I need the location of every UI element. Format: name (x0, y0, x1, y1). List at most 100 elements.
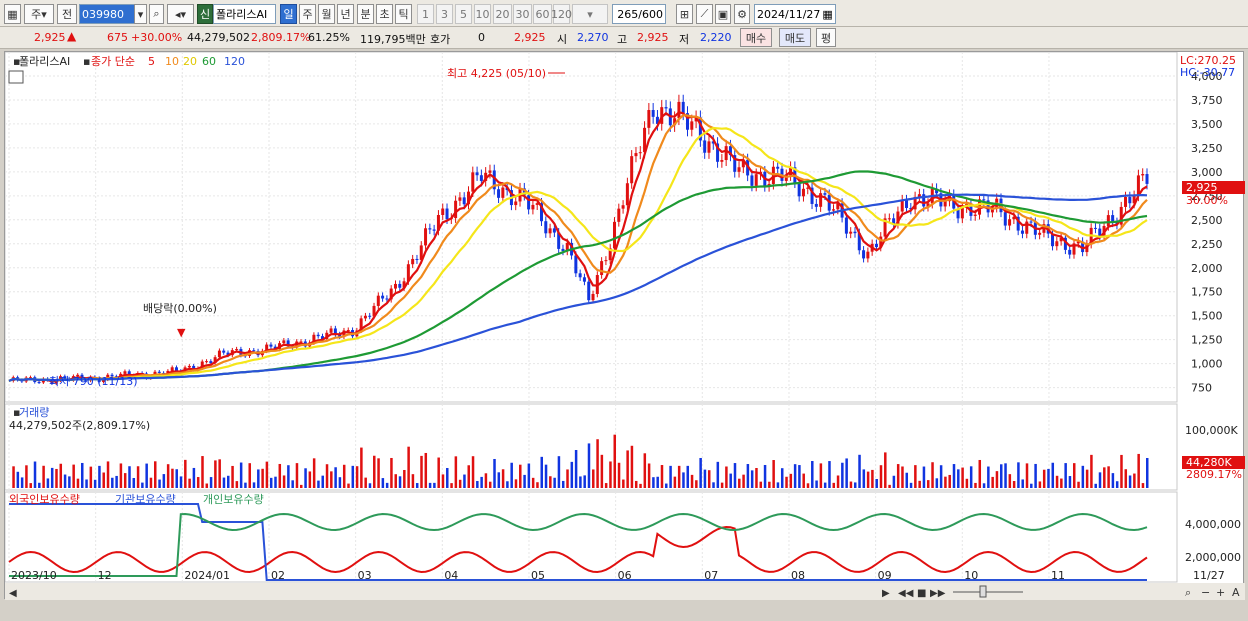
gear-icon[interactable]: ⚙ (734, 4, 750, 24)
volume-bar (128, 466, 131, 488)
line-tool-icon[interactable]: ⟋ (696, 4, 713, 24)
candle-body (844, 217, 848, 234)
period-day[interactable]: 일 (280, 4, 297, 24)
volume-bar (304, 468, 307, 488)
candle-body (475, 172, 479, 176)
volume-bar (931, 462, 934, 488)
candle-body (823, 193, 827, 195)
x-tick-label: 11 (1051, 569, 1065, 582)
period-minute[interactable]: 분 (357, 4, 374, 24)
auto-icon[interactable]: A (1232, 586, 1240, 599)
x-tick-label: 02 (271, 569, 285, 582)
date-input[interactable]: 2024/11/27 ▦ (754, 4, 836, 24)
chart-icon[interactable]: ▦ (4, 4, 21, 24)
candle-body (531, 204, 535, 210)
plus-icon[interactable]: + (1216, 586, 1225, 599)
grid-toggle-icon[interactable] (8, 70, 24, 84)
calendar-icon[interactable]: ▦ (822, 8, 832, 21)
minute-10[interactable]: 10 (474, 4, 491, 24)
minute-1[interactable]: 1 (417, 4, 434, 24)
count-input[interactable]: 265/600 (612, 4, 666, 24)
candle-body (634, 153, 638, 157)
volume-bar (982, 483, 986, 488)
legend-indiv: 개인보유수량 (203, 493, 264, 506)
candle-body (630, 156, 634, 184)
buy-button[interactable]: 매수 (740, 28, 772, 47)
speaker-icon[interactable]: ◂▾ (167, 4, 194, 24)
scroll-bar[interactable] (5, 583, 1245, 600)
volume-bar (566, 469, 569, 488)
period-year[interactable]: 년 (337, 4, 354, 24)
period-second[interactable]: 초 (376, 4, 393, 24)
volume-bar (501, 469, 505, 488)
panel-stock-name: 폴라리스AI (19, 55, 70, 68)
volume-bar (772, 460, 775, 488)
rewind-icon[interactable]: ◀◀ (898, 588, 914, 599)
minute-5[interactable]: 5 (455, 4, 472, 24)
zoom-out-icon[interactable]: ⌕ (1185, 586, 1191, 599)
chart-svg[interactable]: 4,0003,7503,5003,2503,0002,7502,5002,250… (4, 51, 1245, 600)
volume-bar (866, 471, 870, 488)
period-month[interactable]: 월 (318, 4, 335, 24)
volume-bar (673, 476, 677, 488)
candle-body (797, 182, 801, 197)
zoom-slider-handle[interactable] (979, 585, 987, 598)
candle-body (900, 200, 904, 212)
volume-bar (488, 481, 492, 488)
volume-bar (811, 461, 814, 488)
market-select[interactable]: 주 ▾ (24, 4, 54, 24)
minus-icon[interactable]: − (1201, 586, 1210, 599)
candle-body (458, 197, 462, 201)
y-tick-label: 2,000 (1191, 262, 1223, 275)
candle-body (514, 201, 518, 206)
ma20-label: 20 (183, 55, 197, 68)
candle-body (479, 175, 483, 181)
candle-body (832, 209, 836, 211)
minute-3[interactable]: 3 (436, 4, 453, 24)
candle-body (960, 207, 964, 219)
candle-body (445, 208, 449, 220)
volume-bar (768, 481, 771, 488)
chart-area[interactable]: 4,000 3,750 3,500 3,250 3,000 2,750 2,500 2,250… (4, 51, 1245, 600)
volume-bar (862, 469, 866, 488)
candle-body (973, 214, 977, 216)
minute-60[interactable]: 60 (533, 4, 552, 24)
sell-button[interactable]: 매도 (779, 28, 811, 47)
volume-bar (832, 482, 836, 488)
volume-bar (1133, 473, 1136, 488)
volume-bar (1124, 469, 1128, 488)
candle-body (424, 228, 428, 246)
volume-bar (33, 461, 37, 488)
volume-bar (239, 462, 243, 488)
eval-button[interactable]: 평 (816, 28, 836, 47)
period-tick[interactable]: 틱 (395, 4, 412, 24)
turnover-rate: 61.25% (308, 31, 350, 44)
volume-bar (111, 477, 114, 488)
minute-30[interactable]: 30 (513, 4, 532, 24)
save-icon[interactable]: ▣ (715, 4, 731, 24)
volume-bar (269, 477, 273, 488)
candle-body (235, 349, 239, 351)
minute-120[interactable]: 120 (551, 4, 572, 24)
code-input[interactable]: 039980 (79, 4, 135, 24)
volume-bar (231, 465, 234, 488)
prefix-button[interactable]: 전 (57, 4, 77, 24)
volume-bar (1107, 466, 1110, 488)
interval-select[interactable]: ▾ (572, 4, 608, 24)
high-label: 고 (617, 33, 628, 46)
crosshair-icon[interactable]: ⊞ (676, 4, 693, 24)
volume-bar (858, 454, 861, 488)
minute-20[interactable]: 20 (493, 4, 512, 24)
code-dropdown-icon[interactable]: ▾ (134, 4, 147, 24)
price-change: 675 (107, 31, 128, 44)
period-week[interactable]: 주 (299, 4, 316, 24)
scroll-right-icon[interactable]: ▶ (882, 588, 890, 599)
volume-bar (25, 465, 28, 488)
forward-icon[interactable]: ▶▶ (930, 588, 946, 599)
candle-body (187, 365, 191, 368)
stop-icon[interactable]: ■ (917, 588, 926, 599)
volume-bar (630, 445, 634, 488)
scroll-left-icon[interactable]: ◀ (9, 588, 17, 599)
search-icon[interactable]: ⌕ (149, 4, 164, 24)
volume-bar (1128, 475, 1132, 488)
